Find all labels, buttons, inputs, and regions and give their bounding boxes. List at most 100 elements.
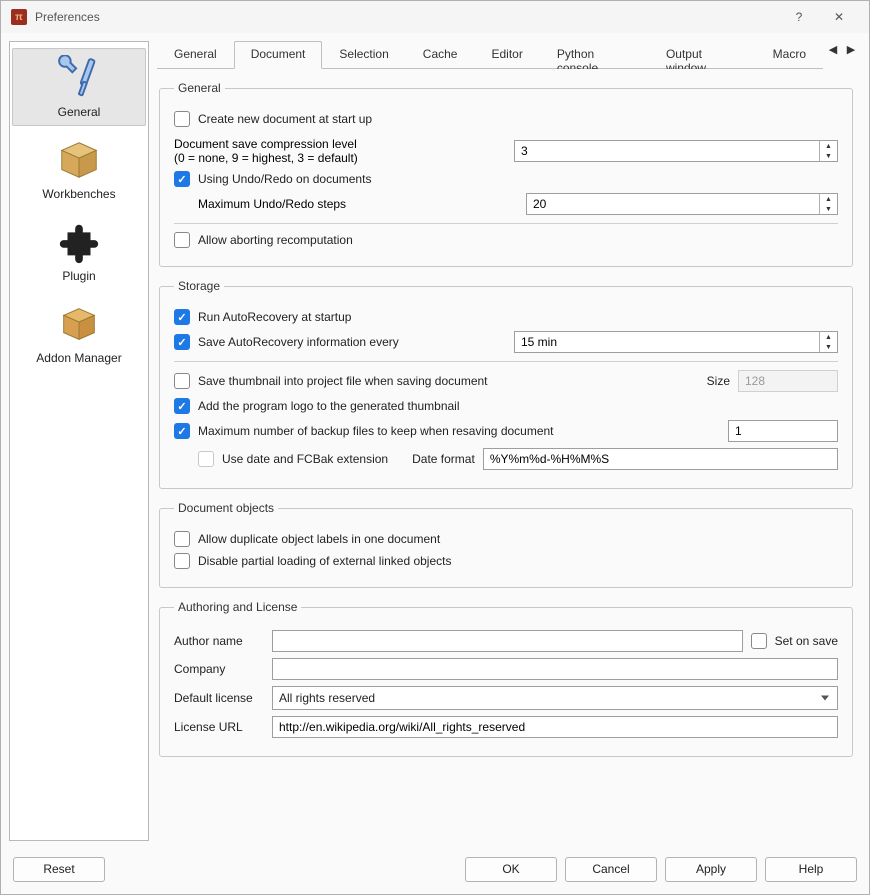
label-add-logo: Add the program logo to the generated th…	[198, 399, 460, 413]
spin-autorecovery-interval[interactable]: ▲▼	[514, 331, 838, 353]
label-use-undo: Using Undo/Redo on documents	[198, 172, 371, 186]
group-storage: Storage Run AutoRecovery at startup Save…	[159, 279, 853, 489]
separator	[174, 223, 838, 224]
group-general: General Create new document at start up …	[159, 81, 853, 267]
checkbox-autorecovery-startup[interactable]	[174, 309, 190, 325]
spin-max-undo[interactable]: ▲▼	[526, 193, 838, 215]
group-storage-legend: Storage	[174, 279, 224, 293]
button-bar: Reset OK Cancel Apply Help	[1, 849, 869, 894]
category-list: General Workbenches Plugin Addon Manager	[9, 41, 149, 841]
checkbox-create-new-doc[interactable]	[174, 111, 190, 127]
label-compression: Document save compression level (0 = non…	[174, 137, 496, 165]
spin-down-icon[interactable]: ▼	[820, 342, 837, 352]
label-max-undo: Maximum Undo/Redo steps	[174, 197, 508, 211]
input-company[interactable]	[272, 658, 838, 680]
input-date-format[interactable]	[483, 448, 838, 470]
label-date-format: Date format	[412, 452, 475, 466]
titlebar: π Preferences ? ✕	[1, 1, 869, 33]
checkbox-set-on-save[interactable]	[751, 633, 767, 649]
label-allow-abort: Allow aborting recomputation	[198, 233, 353, 247]
group-general-legend: General	[174, 81, 225, 95]
tab-bar: General Document Selection Cache Editor …	[157, 41, 823, 69]
spin-up-icon[interactable]: ▲	[820, 141, 837, 151]
label-thumb-size: Size	[707, 374, 730, 388]
tab-document[interactable]: Document	[234, 41, 323, 69]
label-company: Company	[174, 662, 264, 676]
label-save-thumbnail: Save thumbnail into project file when sa…	[198, 374, 699, 388]
tab-macro[interactable]: Macro	[756, 41, 823, 69]
app-icon: π	[11, 9, 27, 25]
group-authoring: Authoring and License Author name Set on…	[159, 600, 853, 757]
preferences-window: π Preferences ? ✕ General Workbenches Pl…	[0, 0, 870, 895]
window-title: Preferences	[35, 10, 100, 24]
separator	[174, 361, 838, 362]
input-license-url[interactable]	[272, 716, 838, 738]
help-titlebar-button[interactable]: ?	[779, 10, 819, 24]
checkbox-allow-dup-labels[interactable]	[174, 531, 190, 547]
label-autorecovery-startup: Run AutoRecovery at startup	[198, 310, 351, 324]
tab-general[interactable]: General	[157, 41, 234, 69]
checkbox-autorecovery-every[interactable]	[174, 334, 190, 350]
label-author: Author name	[174, 634, 264, 648]
spin-thumb-size-input	[739, 371, 861, 391]
cancel-button[interactable]: Cancel	[565, 857, 657, 882]
category-label: Workbenches	[42, 187, 115, 201]
label-license-url: License URL	[174, 720, 264, 734]
reset-button[interactable]: Reset	[13, 857, 105, 882]
tools-icon	[56, 55, 102, 101]
spin-max-undo-input[interactable]	[527, 194, 819, 214]
label-use-fcbak: Use date and FCBak extension	[222, 452, 388, 466]
checkbox-allow-abort-recompute[interactable]	[174, 232, 190, 248]
input-author-name[interactable]	[272, 630, 743, 652]
category-general[interactable]: General	[12, 48, 146, 126]
group-document-objects: Document objects Allow duplicate object …	[159, 501, 853, 588]
category-plugin[interactable]: Plugin	[12, 212, 146, 290]
spin-compression-level[interactable]: ▲▼	[514, 140, 838, 162]
category-label: Plugin	[62, 269, 95, 283]
checkbox-save-thumbnail[interactable]	[174, 373, 190, 389]
spin-down-icon[interactable]: ▼	[820, 151, 837, 161]
checkbox-disable-partial-load[interactable]	[174, 553, 190, 569]
spin-compression-input[interactable]	[515, 141, 819, 161]
tab-cache[interactable]: Cache	[406, 41, 475, 69]
close-icon[interactable]: ✕	[819, 10, 859, 24]
select-default-license[interactable]: All rights reserved	[272, 686, 838, 710]
spin-thumb-size: ▲▼	[738, 370, 838, 392]
help-button[interactable]: Help	[765, 857, 857, 882]
group-objects-legend: Document objects	[174, 501, 278, 515]
box-icon	[56, 137, 102, 183]
group-authoring-legend: Authoring and License	[174, 600, 301, 614]
tab-output-window[interactable]: Output window	[649, 41, 756, 69]
checkbox-max-backup[interactable]	[174, 423, 190, 439]
tab-selection[interactable]: Selection	[322, 41, 405, 69]
apply-button[interactable]: Apply	[665, 857, 757, 882]
plugin-icon	[56, 219, 102, 265]
checkbox-add-logo-thumb[interactable]	[174, 398, 190, 414]
checkbox-use-undo[interactable]	[174, 171, 190, 187]
category-workbenches[interactable]: Workbenches	[12, 130, 146, 208]
preferences-content: General Create new document at start up …	[157, 69, 861, 841]
label-autorecovery-every: Save AutoRecovery information every	[198, 335, 399, 349]
category-addon-manager[interactable]: Addon Manager	[12, 294, 146, 372]
spin-down-icon[interactable]: ▼	[820, 204, 837, 214]
label-create-new-doc: Create new document at start up	[198, 112, 372, 126]
label-set-on-save: Set on save	[775, 634, 838, 648]
category-label: Addon Manager	[36, 351, 121, 365]
spin-max-backup-input[interactable]	[729, 421, 861, 441]
label-max-backup: Maximum number of backup files to keep w…	[198, 424, 720, 438]
spin-max-backup[interactable]: ▲▼	[728, 420, 838, 442]
spin-autorecovery-input[interactable]	[515, 332, 819, 352]
label-allow-dup: Allow duplicate object labels in one doc…	[198, 532, 440, 546]
tab-scroll-right-icon[interactable]: ▶	[843, 41, 859, 57]
category-label: General	[58, 105, 101, 119]
package-icon	[56, 301, 102, 347]
spin-up-icon[interactable]: ▲	[820, 194, 837, 204]
ok-button[interactable]: OK	[465, 857, 557, 882]
label-default-license: Default license	[174, 691, 264, 705]
tab-editor[interactable]: Editor	[474, 41, 539, 69]
tab-python-console[interactable]: Python console	[540, 41, 649, 69]
label-disable-partial: Disable partial loading of external link…	[198, 554, 451, 568]
spin-up-icon[interactable]: ▲	[820, 332, 837, 342]
checkbox-use-fcbak[interactable]	[198, 451, 214, 467]
tab-scroll-left-icon[interactable]: ◀	[825, 41, 841, 57]
